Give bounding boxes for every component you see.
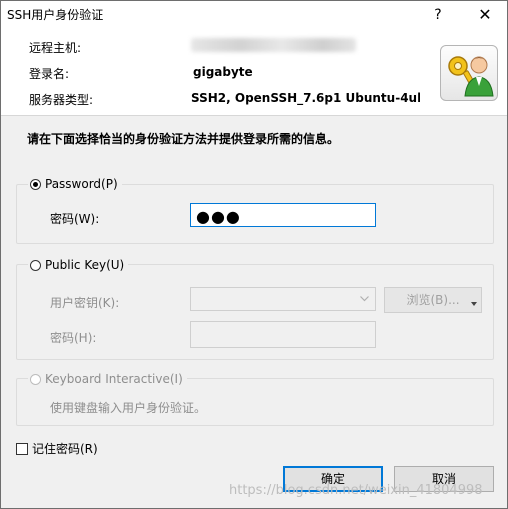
password-mask: ●●● <box>196 207 241 226</box>
keyboard-interactive-radio[interactable] <box>30 373 41 385</box>
ssh-key-user-icon <box>440 45 498 101</box>
chevron-down-icon <box>360 296 369 302</box>
remember-password-checkbox[interactable] <box>16 442 28 455</box>
publickey-radio[interactable] <box>30 259 41 271</box>
user-key-select[interactable] <box>190 287 376 311</box>
browse-button-label: 浏览(B)... <box>406 293 460 307</box>
username-value: gigabyte <box>193 65 253 79</box>
publickey-radio-option[interactable]: Public Key(U) <box>28 258 129 272</box>
help-button[interactable]: ? <box>419 1 457 29</box>
ssh-auth-dialog: SSH用户身份验证 ? ✕ 远程主机: 登录名: gigabyte 服务器类型:… <box>0 0 508 509</box>
watermark-text: https://blog.csdn.net/weixin_41804998 <box>229 483 483 498</box>
auth-methods-panel: 请在下面选择恰当的身份验证方法并提供登录所需的信息。 Password(P) 密… <box>1 116 507 508</box>
remember-password-label: 记住密码(R) <box>32 442 98 456</box>
keyboard-interactive-radio-label: Keyboard Interactive(I) <box>45 372 183 386</box>
password-radio-option[interactable]: Password(P) <box>28 177 122 191</box>
passphrase-input[interactable] <box>190 321 376 348</box>
browse-button[interactable]: 浏览(B)... <box>384 287 482 313</box>
title-bar: SSH用户身份验证 ? ✕ <box>1 1 507 29</box>
keyboard-interactive-description: 使用键盘输入用户身份验证。 <box>50 401 207 415</box>
remote-host-label: 远程主机: <box>29 41 82 55</box>
username-label: 登录名: <box>29 67 70 81</box>
close-icon: ✕ <box>478 5 492 24</box>
close-button[interactable]: ✕ <box>466 1 504 29</box>
dropdown-arrow-icon <box>471 302 477 306</box>
user-key-label: 用户密钥(K): <box>50 296 120 310</box>
password-input[interactable]: ●●● <box>190 203 376 227</box>
publickey-radio-label: Public Key(U) <box>45 258 125 272</box>
passphrase-label: 密码(H): <box>50 331 97 345</box>
remote-host-value-redacted <box>191 38 356 52</box>
password-radio[interactable] <box>30 178 41 190</box>
connection-info: 远程主机: 登录名: gigabyte 服务器类型: SSH2, OpenSSH… <box>1 29 507 115</box>
window-title: SSH用户身份验证 <box>7 8 104 22</box>
password-radio-label: Password(P) <box>45 177 118 191</box>
server-type-value: SSH2, OpenSSH_7.6p1 Ubuntu-4ubuntu <box>191 91 420 105</box>
server-type-label: 服务器类型: <box>29 93 94 107</box>
password-label: 密码(W): <box>50 212 100 226</box>
keyboard-interactive-radio-option[interactable]: Keyboard Interactive(I) <box>28 372 187 386</box>
instructions-text: 请在下面选择恰当的身份验证方法并提供登录所需的信息。 <box>27 132 340 146</box>
remember-password-option[interactable]: 记住密码(R) <box>16 440 98 457</box>
help-icon: ? <box>434 7 442 23</box>
